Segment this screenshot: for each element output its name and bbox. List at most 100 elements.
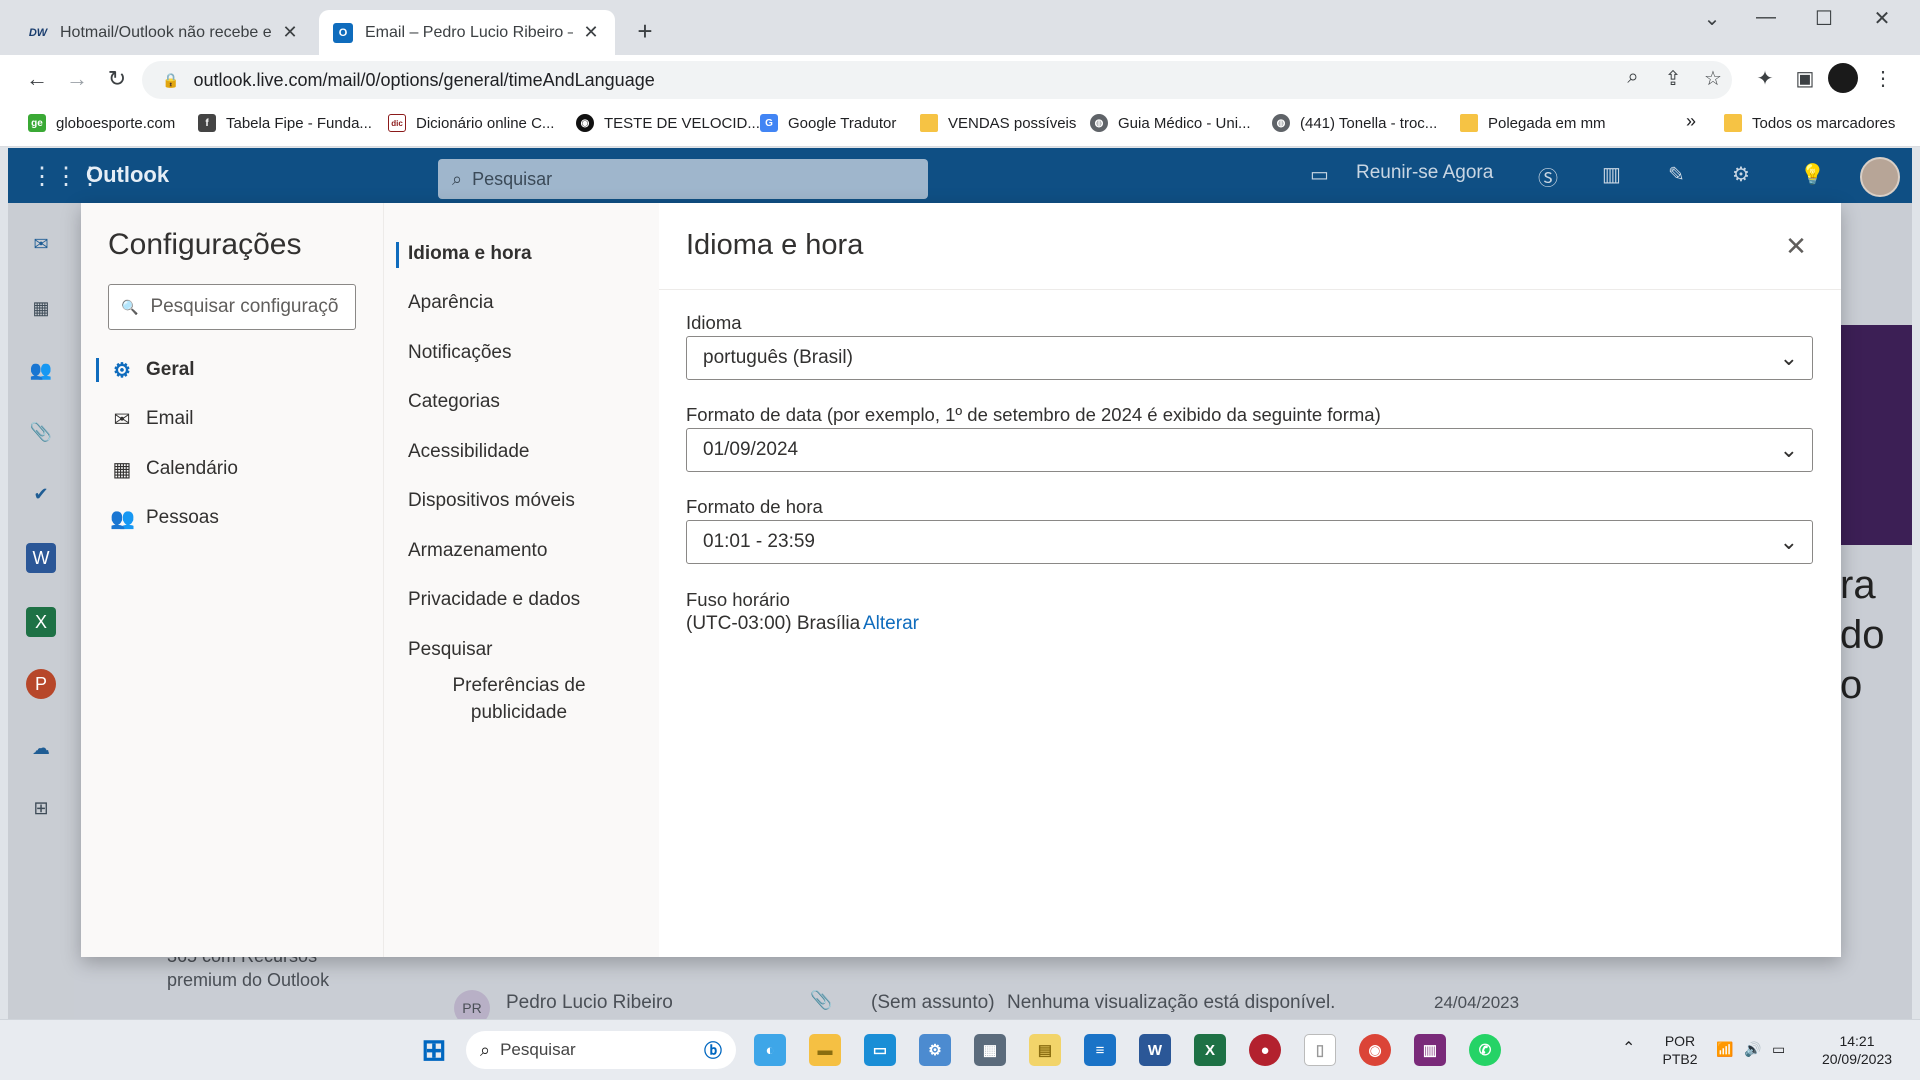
video-camera-icon[interactable]: ▭: [1310, 162, 1329, 187]
bookmark-google-tradutor[interactable]: G Google Tradutor: [760, 114, 896, 132]
word-taskbar-icon[interactable]: W: [1139, 1034, 1171, 1066]
settings-gear-icon[interactable]: ⚙: [1732, 162, 1750, 187]
time-format-dropdown[interactable]: 01:01 - 23:59 ⌄: [686, 520, 1813, 564]
input-language-indicator[interactable]: POR PTB2: [1660, 1032, 1700, 1068]
people-icon[interactable]: 👥: [26, 355, 56, 385]
clock[interactable]: 14:21 20/09/2023: [1812, 1032, 1902, 1068]
office-icon[interactable]: ▥: [1602, 162, 1621, 187]
browser-tab-outlook[interactable]: O Email – Pedro Lucio Ribeiro – Ou ✕: [319, 10, 615, 55]
more-apps-icon[interactable]: ⊞: [26, 793, 56, 823]
media-player-icon[interactable]: ●: [1249, 1034, 1281, 1066]
widgets-icon[interactable]: ◐: [754, 1034, 786, 1066]
bookmark-tabela-fipe[interactable]: f Tabela Fipe - Funda...: [198, 114, 372, 132]
chrome-icon[interactable]: ◉: [1359, 1034, 1391, 1066]
attachment-icon[interactable]: 📎: [26, 417, 56, 447]
subcategory-pesquisar[interactable]: Pesquisar: [396, 636, 646, 663]
app-name[interactable]: Outlook: [86, 162, 169, 188]
subcategory-armazenamento[interactable]: Armazenamento: [396, 537, 646, 564]
whatsapp-icon[interactable]: ✆: [1469, 1034, 1501, 1066]
browser-tab-hotmail[interactable]: DW Hotmail/Outlook não recebe e-m ✕: [14, 10, 314, 55]
battery-icon[interactable]: ▭: [1772, 1040, 1785, 1058]
file-explorer-icon[interactable]: ▬: [809, 1034, 841, 1066]
change-timezone-link[interactable]: Alterar: [863, 613, 919, 635]
content-title: Idioma e hora: [686, 229, 864, 261]
bookmark-globoesporte[interactable]: ge globoesporte.com: [28, 114, 175, 132]
side-panel-icon[interactable]: ▣: [1790, 66, 1820, 91]
subcategory-idioma-e-hora[interactable]: Idioma e hora: [396, 240, 646, 268]
folder-icon: [920, 114, 938, 132]
wifi-icon[interactable]: 📶: [1716, 1040, 1733, 1058]
tab-search-chevron-icon[interactable]: ⌄: [1692, 6, 1732, 31]
mail-icon[interactable]: ✉: [26, 229, 56, 259]
meet-now-button[interactable]: Reunir-se Agora: [1356, 162, 1493, 184]
excel-taskbar-icon[interactable]: X: [1194, 1034, 1226, 1066]
message-subject: (Sem assunto): [871, 992, 995, 1013]
winrar-icon[interactable]: ▥: [1414, 1034, 1446, 1066]
maximize-button[interactable]: ☐: [1804, 6, 1844, 31]
share-icon[interactable]: ⇪: [1658, 66, 1688, 91]
minimize-button[interactable]: —: [1746, 6, 1786, 29]
new-tab-button[interactable]: +: [630, 16, 660, 47]
bookmark-tonella[interactable]: ◍ (441) Tonella - troc...: [1272, 114, 1437, 132]
bookmark-guia-medico[interactable]: ◍ Guia Médico - Uni...: [1090, 114, 1251, 132]
account-avatar[interactable]: [1860, 157, 1900, 197]
show-hidden-icons-chevron[interactable]: ⌃: [1622, 1040, 1635, 1058]
subcategory-preferencias-publicidade[interactable]: Preferências de publicidade: [429, 672, 609, 726]
blank-document-icon[interactable]: ▯: [1304, 1034, 1336, 1066]
close-window-button[interactable]: ✕: [1862, 6, 1902, 31]
onedrive-icon[interactable]: ☁: [26, 733, 56, 763]
excel-icon[interactable]: X: [26, 607, 56, 637]
browser-profile-avatar[interactable]: [1828, 63, 1858, 93]
calendar-icon[interactable]: ▦: [26, 293, 56, 323]
app-rail: ✉ ▦ 👥 📎 ✔ W X P ☁ ⊞: [8, 203, 74, 1019]
address-bar[interactable]: 🔒 outlook.live.com/mail/0/options/genera…: [142, 61, 1732, 99]
tips-lightbulb-icon[interactable]: 💡: [1800, 162, 1825, 187]
volume-icon[interactable]: 🔊: [1744, 1040, 1761, 1058]
close-dialog-icon[interactable]: ✕: [1781, 231, 1811, 262]
extensions-icon[interactable]: ✦: [1750, 66, 1780, 91]
subcategory-acessibilidade[interactable]: Acessibilidade: [396, 438, 646, 465]
back-button[interactable]: ←: [22, 66, 52, 92]
bookmark-vendas-possiveis[interactable]: VENDAS possíveis: [920, 114, 1076, 132]
bookmark-dicionario[interactable]: dic Dicionário online C...: [388, 114, 554, 132]
language-dropdown[interactable]: português (Brasil) ⌄: [686, 336, 1813, 380]
forward-button[interactable]: →: [62, 66, 92, 92]
settings-search-input[interactable]: 🔍 Pesquisar configuraçõ: [108, 284, 356, 330]
browser-menu-icon[interactable]: ⋮: [1868, 66, 1898, 91]
powerpoint-icon[interactable]: P: [26, 669, 56, 699]
category-email[interactable]: ✉ Email: [96, 399, 366, 439]
lock-icon[interactable]: 🔒: [162, 72, 179, 89]
my-day-icon[interactable]: ✎: [1668, 162, 1685, 187]
subcategory-notificacoes[interactable]: Notificações: [396, 339, 646, 366]
bookmark-teste-velocidade[interactable]: ◉ TESTE DE VELOCID...: [576, 114, 760, 132]
desktop-icon[interactable]: ▭: [864, 1034, 896, 1066]
bookmarks-overflow-button[interactable]: »: [1686, 111, 1696, 132]
category-geral[interactable]: ⚙ Geral: [96, 350, 366, 390]
skype-icon[interactable]: Ⓢ: [1538, 162, 1558, 191]
all-bookmarks-folder[interactable]: Todos os marcadores: [1724, 114, 1895, 132]
taskbar-search-input[interactable]: ⌕ Pesquisar ⓑ: [466, 1031, 736, 1069]
close-tab-icon[interactable]: ✕: [280, 22, 300, 43]
category-pessoas[interactable]: 👥 Pessoas: [96, 498, 366, 538]
notepad-icon[interactable]: ≡: [1084, 1034, 1116, 1066]
bookmark-star-icon[interactable]: ☆: [1698, 66, 1728, 91]
subcategory-privacidade[interactable]: Privacidade e dados: [396, 586, 646, 613]
date-format-dropdown[interactable]: 01/09/2024 ⌄: [686, 428, 1813, 472]
word-icon[interactable]: W: [26, 543, 56, 573]
close-tab-icon[interactable]: ✕: [581, 22, 601, 43]
bookmark-label: Todos os marcadores: [1752, 114, 1896, 132]
mail-search-input[interactable]: ⌕ Pesquisar: [438, 159, 928, 199]
windows-start-icon[interactable]: ⊞: [418, 1034, 450, 1067]
control-panel-icon[interactable]: ⚙: [919, 1034, 951, 1066]
subcategory-dispositivos-moveis[interactable]: Dispositivos móveis: [396, 487, 646, 514]
category-calendario[interactable]: ▦ Calendário: [96, 449, 366, 489]
subcategory-categorias[interactable]: Categorias: [396, 388, 646, 415]
todo-check-icon[interactable]: ✔: [26, 479, 56, 509]
photos-icon[interactable]: ▤: [1029, 1034, 1061, 1066]
reload-button[interactable]: ↻: [102, 66, 132, 92]
bookmark-polegada[interactable]: Polegada em mm: [1460, 114, 1606, 132]
zoom-icon[interactable]: ⌕: [1618, 66, 1648, 89]
tab-title: Email – Pedro Lucio Ribeiro – Ou: [365, 23, 573, 41]
calculator-icon[interactable]: ▦: [974, 1034, 1006, 1066]
subcategory-aparencia[interactable]: Aparência: [396, 289, 646, 316]
